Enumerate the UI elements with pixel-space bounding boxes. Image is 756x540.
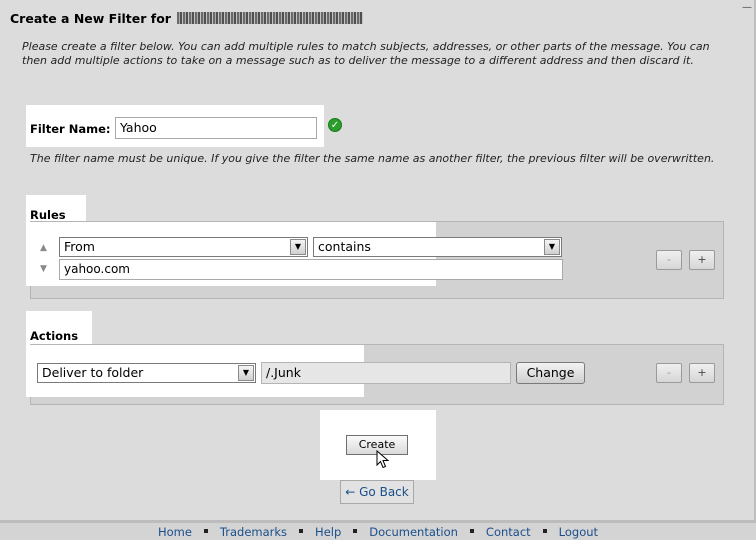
move-up-icon[interactable]: ▲ <box>40 243 47 253</box>
remove-action-button[interactable]: - <box>656 363 682 383</box>
rule-field-select[interactable]: From ▼ <box>59 237 308 257</box>
add-rule-button[interactable]: + <box>689 250 715 270</box>
page-title: Create a New Filter for <box>10 11 364 26</box>
footer-link-logout[interactable]: Logout <box>547 523 610 540</box>
page-title-text: Create a New Filter for <box>10 11 171 26</box>
remove-rule-button[interactable]: - <box>656 250 682 270</box>
action-type-select[interactable]: Deliver to folder ▼ <box>37 363 256 383</box>
footer-link-trademarks[interactable]: Trademarks <box>208 523 299 540</box>
redacted-account <box>177 12 364 24</box>
rules-heading: Rules <box>30 208 66 222</box>
move-down-icon[interactable]: ▼ <box>40 264 47 274</box>
footer-link-contact[interactable]: Contact <box>474 523 543 540</box>
dropdown-arrow-icon[interactable]: ▼ <box>238 365 254 381</box>
rule-match-input[interactable]: yahoo.com <box>59 259 563 280</box>
filter-name-input[interactable]: Yahoo <box>115 117 317 139</box>
intro-text: Please create a filter below. You can ad… <box>22 40 710 67</box>
rule-field-select-value: From <box>64 239 95 254</box>
change-folder-button[interactable]: Change <box>516 362 585 384</box>
dropdown-arrow-icon[interactable]: ▼ <box>290 239 306 255</box>
rule-operator-select-value: contains <box>318 239 371 254</box>
check-circle-icon: ✓ <box>328 118 342 132</box>
filter-name-note: The filter name must be unique. If you g… <box>30 152 715 165</box>
dropdown-arrow-icon[interactable]: ▼ <box>544 239 560 255</box>
destination-folder-input[interactable]: /.Junk <box>261 362 511 384</box>
mouse-pointer-icon <box>376 450 390 469</box>
footer-link-help[interactable]: Help <box>303 523 353 540</box>
go-back-link[interactable]: ← Go Back <box>340 480 414 504</box>
footer-nav: Home Trademarks Help Documentation Conta… <box>0 520 756 540</box>
add-action-button[interactable]: + <box>689 363 715 383</box>
action-type-select-value: Deliver to folder <box>42 365 144 380</box>
footer-link-documentation[interactable]: Documentation <box>357 523 470 540</box>
rule-operator-select[interactable]: contains ▼ <box>313 237 562 257</box>
actions-heading: Actions <box>30 329 79 343</box>
scroll-indicator-icon: — <box>742 2 752 13</box>
filter-name-label: Filter Name: <box>30 122 111 136</box>
title-bar: Create a New Filter for — <box>0 0 756 34</box>
footer-link-home[interactable]: Home <box>146 523 204 540</box>
